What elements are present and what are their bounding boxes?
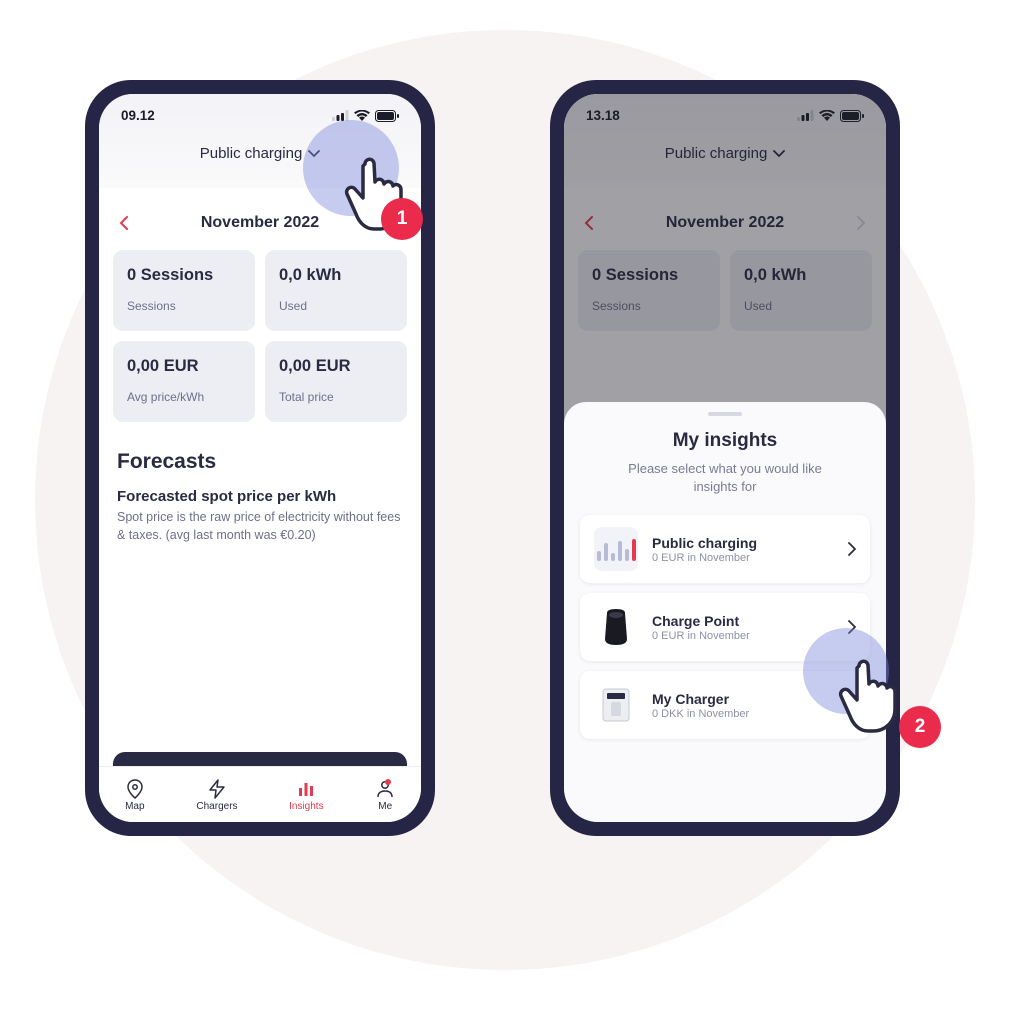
sheet-subtitle: Please select what you would like insigh…: [610, 460, 840, 495]
tab-label: Me: [378, 801, 392, 812]
chevron-right-icon: [848, 542, 856, 556]
status-time: 09.12: [121, 108, 155, 123]
forecasts-subheading: Forecasted spot price per kWh: [117, 488, 403, 505]
sheet-drag-handle[interactable]: [708, 412, 742, 416]
forecasts-section: Forecasts Forecasted spot price per kWh …: [113, 422, 407, 544]
touch-indicator-2: 2: [803, 628, 889, 714]
insights-picker-sheet: My insights Please select what you would…: [564, 402, 886, 822]
bolt-icon: [207, 779, 227, 799]
tab-label: Map: [125, 801, 144, 812]
step-badge: 1: [381, 198, 423, 240]
tab-map[interactable]: Map: [125, 779, 145, 812]
stat-avg-price[interactable]: 0,00 EUR Avg price/kWh: [113, 341, 255, 422]
stat-value: 0,00 EUR: [127, 357, 241, 376]
stat-value: 0,00 EUR: [279, 357, 393, 376]
charger-device-icon: [594, 605, 638, 649]
touch-indicator-1: 1: [303, 120, 399, 216]
stat-total-price[interactable]: 0,00 EUR Total price: [265, 341, 407, 422]
option-title: Public charging: [652, 535, 834, 551]
forecasts-heading: Forecasts: [117, 450, 403, 474]
prev-month-button[interactable]: [119, 215, 129, 231]
bars-icon: [594, 527, 638, 571]
tab-label: Insights: [289, 801, 323, 812]
sheet-title: My insights: [580, 430, 870, 452]
tab-insights[interactable]: Insights: [289, 779, 323, 812]
stat-value: 0,0 kWh: [279, 266, 393, 285]
tab-chargers[interactable]: Chargers: [196, 779, 237, 812]
option-title: Charge Point: [652, 613, 834, 629]
wallbox-icon: [594, 683, 638, 727]
stat-sessions[interactable]: 0 Sessions Sessions: [113, 250, 255, 331]
insights-icon: [296, 779, 316, 799]
stat-label: Sessions: [127, 299, 241, 313]
tab-me[interactable]: Me: [375, 779, 395, 812]
stats-grid: 0 Sessions Sessions 0,0 kWh Used 0,00 EU…: [113, 250, 407, 422]
option-subtitle: 0 EUR in November: [652, 552, 834, 564]
forecasts-description: Spot price is the raw price of electrici…: [117, 509, 403, 544]
tab-label: Chargers: [196, 801, 237, 812]
stat-label: Total price: [279, 390, 393, 404]
tab-bar: Map Chargers Insights Me: [99, 766, 421, 822]
map-pin-icon: [125, 779, 145, 799]
stat-label: Avg price/kWh: [127, 390, 241, 404]
month-label: November 2022: [201, 214, 319, 232]
stat-used[interactable]: 0,0 kWh Used: [265, 250, 407, 331]
step-badge: 2: [899, 706, 941, 748]
stat-value: 0 Sessions: [127, 266, 241, 285]
stat-label: Used: [279, 299, 393, 313]
dropdown-label: Public charging: [200, 145, 303, 162]
option-public-charging[interactable]: Public charging 0 EUR in November: [580, 515, 870, 583]
